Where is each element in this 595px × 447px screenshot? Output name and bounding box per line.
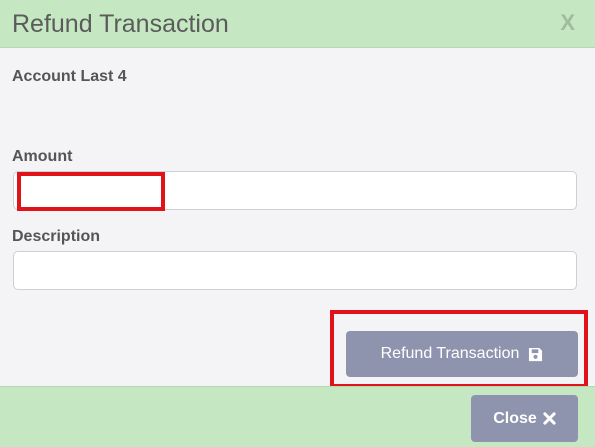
close-button[interactable]: Close [471, 395, 578, 442]
account-last4-value: - [12, 106, 17, 122]
close-button-label: Close [493, 409, 537, 427]
dialog-title: Refund Transaction [12, 10, 229, 38]
save-icon [528, 347, 543, 362]
amount-label: Amount [12, 148, 73, 165]
refund-transaction-button[interactable]: Refund Transaction [346, 331, 578, 377]
amount-input[interactable] [13, 171, 577, 210]
description-label: Description [12, 228, 101, 245]
dialog-close-x-button[interactable]: X [560, 9, 575, 37]
account-last4-label: Account Last 4 [12, 68, 127, 85]
description-input[interactable] [13, 251, 577, 290]
dialog-header: Refund Transaction X [0, 0, 595, 48]
refund-button-label: Refund Transaction [380, 345, 520, 362]
times-icon [543, 412, 556, 425]
